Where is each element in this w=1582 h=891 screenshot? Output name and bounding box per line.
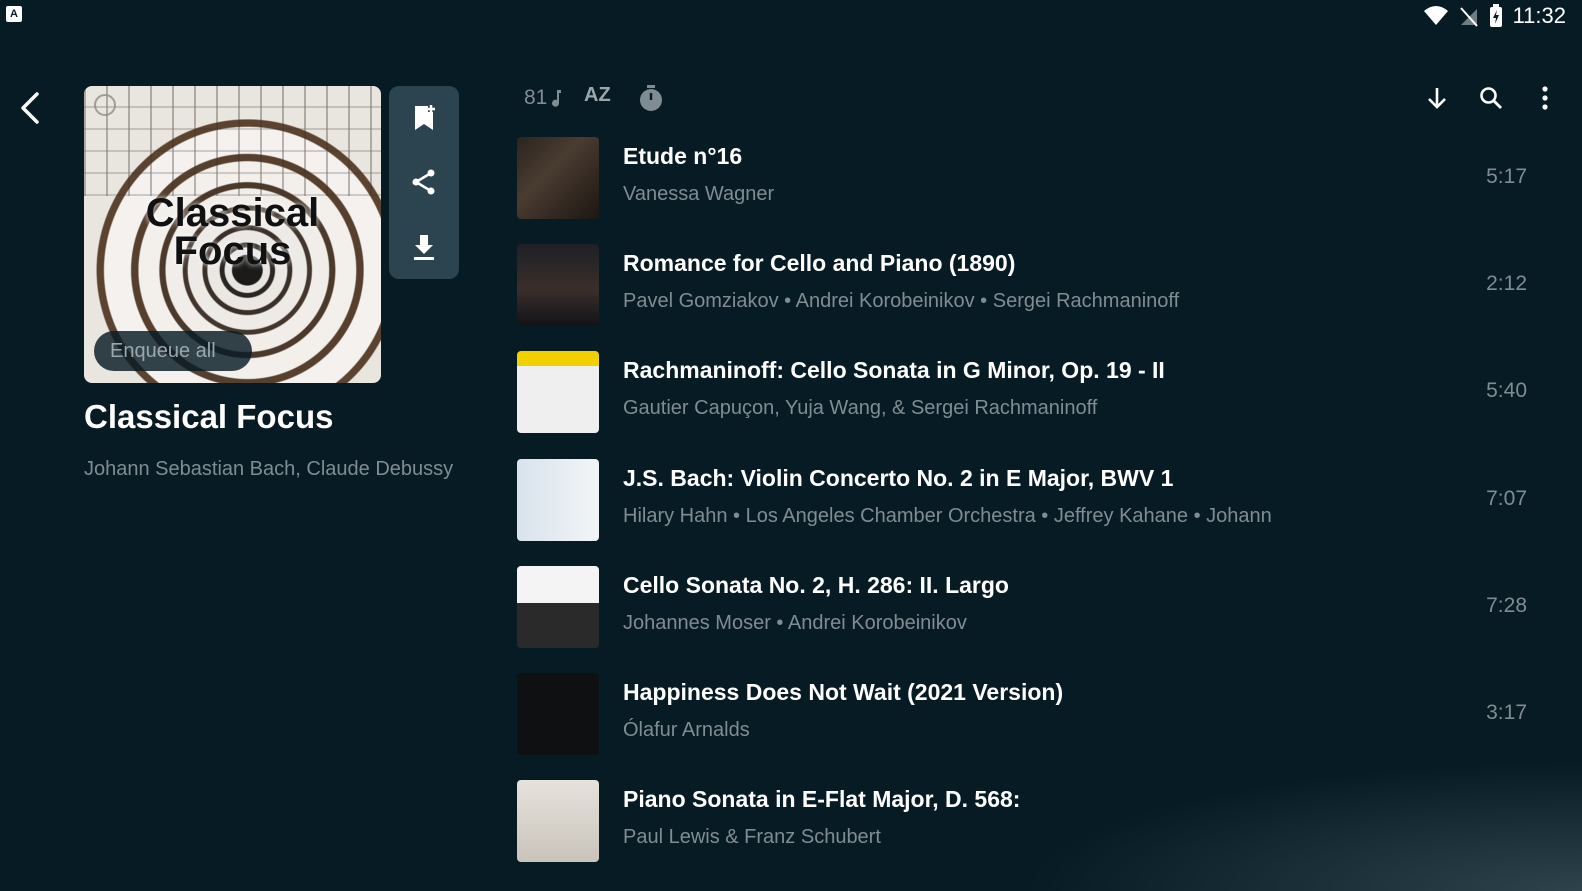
status-bar: A 11:32 bbox=[0, 0, 1582, 32]
playlist-title: Classical Focus bbox=[84, 398, 334, 435]
track-count-value: 81 bbox=[524, 86, 548, 109]
download-all-button[interactable] bbox=[1422, 83, 1452, 113]
chevron-left-icon bbox=[21, 92, 39, 124]
track-duration: 5:40 bbox=[1486, 379, 1527, 403]
track-duration: 7:07 bbox=[1486, 486, 1527, 510]
album-art bbox=[517, 780, 599, 863]
bookmark-add-icon bbox=[415, 105, 435, 131]
cover-title-text: Classical Focus bbox=[145, 191, 320, 273]
battery-charging-icon bbox=[1489, 4, 1502, 27]
track-row[interactable]: Etude n°16 Vanessa Wagner 5:17 bbox=[517, 137, 1547, 219]
track-duration: 5:17 bbox=[1486, 165, 1527, 188]
sort-button[interactable]: AZ bbox=[584, 84, 611, 107]
playlist-subtitle: Johann Sebastian Bach, Claude Debussy bbox=[84, 458, 454, 480]
playlist-cover[interactable]: Classical Focus Enqueue all bbox=[84, 86, 381, 383]
track-duration: 3:17 bbox=[1486, 700, 1527, 724]
track-title: Cello Sonata No. 2, H. 286: II. Largo bbox=[623, 571, 1009, 598]
album-art bbox=[517, 565, 599, 648]
status-icons: 11:32 bbox=[1423, 2, 1566, 30]
wifi-icon bbox=[1423, 6, 1448, 25]
back-button[interactable] bbox=[12, 88, 48, 128]
track-row[interactable]: Happiness Does Not Wait (2021 Version) Ó… bbox=[517, 672, 1547, 755]
music-note-icon bbox=[552, 90, 562, 107]
cover-artwork bbox=[84, 86, 381, 196]
track-title: Piano Sonata in E-Flat Major, D. 568: bbox=[623, 786, 1021, 813]
sleep-timer-button[interactable] bbox=[638, 84, 664, 117]
timer-icon bbox=[640, 85, 662, 111]
album-art bbox=[517, 137, 599, 219]
track-title: Happiness Does Not Wait (2021 Version) bbox=[623, 678, 1064, 705]
track-title: Rachmaninoff: Cello Sonata in G Minor, O… bbox=[623, 357, 1165, 384]
track-artist: Ólafur Arnalds bbox=[623, 718, 750, 741]
share-button[interactable] bbox=[404, 162, 444, 202]
album-art bbox=[517, 244, 599, 327]
playlist-actions bbox=[389, 86, 459, 279]
arrow-down-icon bbox=[1428, 88, 1446, 109]
download-button[interactable] bbox=[404, 227, 444, 267]
track-row[interactable]: Romance for Cello and Piano (1890) Pavel… bbox=[517, 244, 1547, 327]
tracklist-toolbar: 81 AZ bbox=[520, 80, 1560, 116]
track-title: J.S. Bach: Violin Concerto No. 2 in E Ma… bbox=[623, 464, 1174, 491]
notification-icon: A bbox=[6, 6, 22, 22]
download-icon bbox=[414, 234, 434, 260]
album-art bbox=[517, 672, 599, 755]
track-title: Romance for Cello and Piano (1890) bbox=[623, 250, 1016, 277]
no-signal-icon bbox=[1459, 7, 1478, 27]
track-duration: 2:12 bbox=[1486, 272, 1527, 296]
enqueue-all-button[interactable]: Enqueue all bbox=[94, 331, 252, 371]
track-artist: Paul Lewis & Franz Schubert bbox=[623, 826, 881, 849]
track-artist: Vanessa Wagner bbox=[623, 183, 775, 205]
track-row[interactable]: J.S. Bach: Violin Concerto No. 2 in E Ma… bbox=[517, 458, 1547, 541]
track-duration: 7:28 bbox=[1486, 593, 1527, 617]
sort-az-icon: AZ bbox=[584, 84, 611, 106]
track-artist: Gautier Capuçon, Yuja Wang, & Sergei Rac… bbox=[623, 397, 1098, 420]
search-button[interactable] bbox=[1476, 83, 1506, 113]
clock: 11:32 bbox=[1512, 3, 1566, 28]
share-icon bbox=[412, 169, 435, 195]
save-playlist-button[interactable] bbox=[404, 98, 444, 138]
album-art bbox=[517, 458, 599, 541]
track-row[interactable]: Cello Sonata No. 2, H. 286: II. Largo Jo… bbox=[517, 565, 1547, 648]
album-art bbox=[517, 351, 599, 434]
cover-badge-icon bbox=[94, 94, 116, 116]
track-row[interactable]: Rachmaninoff: Cello Sonata in G Minor, O… bbox=[517, 351, 1547, 434]
track-title: Etude n°16 bbox=[623, 143, 743, 169]
more-options-button[interactable] bbox=[1530, 83, 1560, 113]
search-icon bbox=[1480, 87, 1502, 109]
track-count: 81 bbox=[524, 86, 563, 110]
track-artist: Johannes Moser • Andrei Korobeinikov bbox=[623, 611, 967, 634]
track-list: Etude n°16 Vanessa Wagner 5:17 Romance f… bbox=[517, 137, 1547, 887]
more-vert-icon bbox=[1542, 86, 1548, 110]
toolbar-actions bbox=[1422, 80, 1560, 116]
track-row[interactable]: Piano Sonata in E-Flat Major, D. 568: Pa… bbox=[517, 780, 1547, 863]
track-artist: Pavel Gomziakov • Andrei Korobeinikov • … bbox=[623, 290, 1180, 313]
track-artist: Hilary Hahn • Los Angeles Chamber Orches… bbox=[623, 504, 1272, 527]
